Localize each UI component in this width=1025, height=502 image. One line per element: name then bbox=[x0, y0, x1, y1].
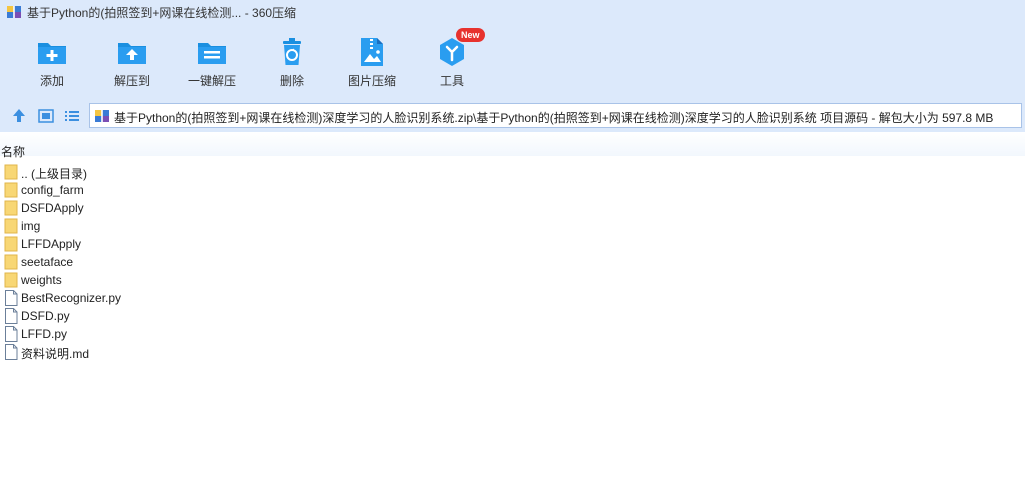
file-icon bbox=[5, 308, 18, 324]
column-header-name[interactable]: 名称 bbox=[1, 143, 25, 160]
item-name: .. (上级目录) bbox=[21, 167, 87, 181]
folder-icon bbox=[4, 182, 18, 198]
folder-icon bbox=[4, 200, 18, 216]
list-item[interactable]: LFFDApply bbox=[0, 235, 300, 253]
delete-button[interactable]: 删除 bbox=[252, 32, 332, 94]
image-compress-label: 图片压缩 bbox=[347, 74, 396, 88]
item-name: LFFDApply bbox=[21, 237, 82, 251]
file-icon bbox=[5, 290, 18, 306]
list-item[interactable]: DSFD.py bbox=[0, 307, 300, 325]
item-name: config_farm bbox=[21, 183, 84, 197]
archive-icon bbox=[95, 110, 109, 122]
folder-icon bbox=[4, 254, 18, 270]
up-arrow-icon[interactable] bbox=[9, 106, 29, 126]
one-click-extract-label: 一键解压 bbox=[187, 74, 236, 88]
item-name: weights bbox=[21, 273, 62, 287]
item-name: img bbox=[21, 219, 41, 233]
tools-button[interactable]: New 工具 bbox=[412, 28, 492, 94]
image-compress-icon bbox=[361, 38, 383, 66]
list-item[interactable]: 资料说明.md bbox=[0, 343, 300, 361]
main-toolbar: 添加 解压到 一键解压 删除 图片压缩 New 工具 bbox=[0, 24, 1025, 100]
tools-label: 工具 bbox=[439, 74, 464, 88]
list-item[interactable]: LFFD.py bbox=[0, 325, 300, 343]
item-name: LFFD.py bbox=[21, 327, 68, 341]
list-view-icon[interactable] bbox=[62, 106, 82, 126]
extract-to-button[interactable]: 解压到 bbox=[92, 32, 172, 94]
add-file-icon bbox=[38, 43, 66, 64]
extract-to-label: 解压到 bbox=[113, 74, 150, 88]
folder-icon bbox=[4, 272, 18, 288]
add-button[interactable]: 添加 bbox=[12, 32, 92, 94]
list-item[interactable]: img bbox=[0, 217, 300, 235]
item-name: BestRecognizer.py bbox=[21, 291, 122, 305]
trash-icon bbox=[283, 38, 301, 65]
path-field[interactable]: 基于Python的(拍照签到+网课在线检测)深度学习的人脸识别系统.zip\基于… bbox=[89, 103, 1022, 128]
add-button-label: 添加 bbox=[39, 74, 64, 88]
item-name: DSFDApply bbox=[21, 201, 84, 215]
list-item[interactable]: config_farm bbox=[0, 181, 300, 199]
extract-to-icon bbox=[118, 43, 146, 64]
file-icon bbox=[5, 326, 18, 342]
path-text: 基于Python的(拍照签到+网课在线检测)深度学习的人脸识别系统.zip\基于… bbox=[114, 111, 994, 125]
folder-icon bbox=[4, 164, 18, 180]
item-name: seetaface bbox=[21, 255, 74, 269]
list-item[interactable]: seetaface bbox=[0, 253, 300, 271]
delete-label: 删除 bbox=[279, 74, 304, 88]
list-item[interactable]: .. (上级目录) bbox=[0, 163, 300, 181]
list-item[interactable]: weights bbox=[0, 271, 300, 289]
item-name: 资料说明.md bbox=[21, 347, 90, 361]
image-compress-button[interactable]: 图片压缩 bbox=[332, 32, 412, 94]
item-name: DSFD.py bbox=[21, 309, 70, 323]
one-click-extract-icon bbox=[198, 43, 226, 64]
title-bar: 基于Python的(拍照签到+网课在线检测... - 360压缩 bbox=[0, 0, 1025, 24]
archive-icon bbox=[7, 6, 21, 18]
one-click-extract-button[interactable]: 一键解压 bbox=[172, 32, 252, 94]
navigation-bar: 基于Python的(拍照签到+网课在线检测)深度学习的人脸识别系统.zip\基于… bbox=[0, 100, 1025, 132]
folder-icon bbox=[4, 236, 18, 252]
list-item[interactable]: DSFDApply bbox=[0, 199, 300, 217]
folder-icon bbox=[4, 218, 18, 234]
new-badge: New bbox=[456, 28, 485, 42]
file-icon bbox=[5, 344, 18, 360]
list-header bbox=[0, 132, 1025, 156]
list-item[interactable]: BestRecognizer.py bbox=[0, 289, 300, 307]
thumbnail-view-icon[interactable] bbox=[36, 106, 56, 126]
window-title: 基于Python的(拍照签到+网课在线检测... - 360压缩 bbox=[27, 6, 297, 20]
